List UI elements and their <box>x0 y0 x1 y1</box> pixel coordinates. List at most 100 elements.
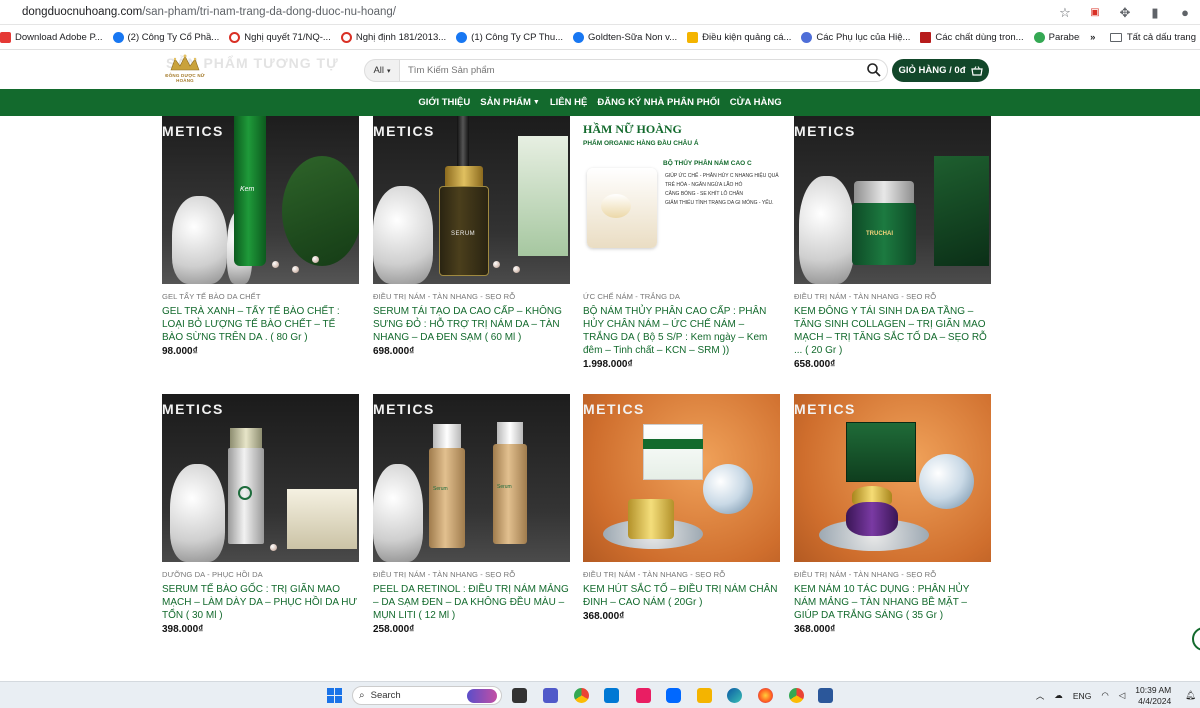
red-circle-icon <box>229 31 241 43</box>
task-view-icon[interactable] <box>512 688 527 703</box>
product-category[interactable]: DƯỠNG DA - PHỤC HỒI DA <box>162 570 359 579</box>
product-card[interactable]: METICS TRUCHAI ĐIỀU TRỊ NÁM - TÀN NHANG … <box>794 116 991 370</box>
pearl-decoration <box>270 544 277 551</box>
kit-title: BỘ THỦY PHÂN NÁM CAO C <box>663 160 752 167</box>
product-category[interactable]: GEL TẨY TẾ BÀO DA CHẾT <box>162 292 359 301</box>
site-logo[interactable]: ĐÔNG DƯỢC NỮ HOÀNG <box>164 54 206 86</box>
firefox-icon[interactable] <box>758 688 773 703</box>
product-image[interactable]: METICS SERUM <box>373 116 570 284</box>
wifi-icon[interactable]: ◠ <box>1101 690 1108 701</box>
cloud-icon[interactable]: ☁ <box>1054 690 1063 701</box>
chrome-icon[interactable] <box>574 688 589 703</box>
browser-address-bar[interactable]: dongduocnuhoang.com/san-pham/tri-nam-tra… <box>0 0 1200 25</box>
product-category[interactable]: ĐIỀU TRỊ NÁM - TÀN NHANG - SẸO RỖ <box>373 570 570 579</box>
teams-icon[interactable] <box>543 688 558 703</box>
product-category[interactable]: ĐIỀU TRỊ NÁM - TÀN NHANG - SẸO RỖ <box>373 292 570 301</box>
bookmark-item[interactable]: Goldten-Sữa Non v... <box>573 31 677 43</box>
bottle-label: Serum <box>433 486 448 492</box>
store-icon[interactable] <box>604 688 619 703</box>
nav-label: LIÊN HỆ <box>549 97 588 108</box>
bookmarks-more-button[interactable]: » <box>1080 32 1106 43</box>
product-image[interactable]: METICS <box>583 394 780 562</box>
crown-icon <box>170 54 200 71</box>
search-icon[interactable] <box>866 62 882 78</box>
product-name[interactable]: KEM HÚT SẮC TỐ – ĐIỀU TRỊ NÁM CHÂN ĐINH … <box>583 583 780 609</box>
chevron-down-icon: ▾ <box>387 67 391 75</box>
product-image[interactable]: METICS <box>162 394 359 562</box>
edge-icon[interactable] <box>727 688 742 703</box>
facebook-icon <box>112 31 124 43</box>
scroll-to-top-button[interactable] <box>1192 627 1200 651</box>
app-icon[interactable] <box>636 688 651 703</box>
statue-decoration <box>170 464 225 562</box>
banner-metics: METICS <box>373 401 435 417</box>
search-input[interactable] <box>400 59 888 82</box>
product-category[interactable]: ĐIỀU TRỊ NÁM - TÀN NHANG - SẸO RỖ <box>583 570 780 579</box>
nav-store[interactable]: CỬA HÀNG <box>730 97 782 108</box>
profile-icon[interactable]: ● <box>1170 5 1200 20</box>
product-name[interactable]: PEEL DA RETINOL : ĐIỀU TRỊ NÁM MẢNG – DA… <box>373 583 570 622</box>
bookmark-item[interactable]: Điều kiện quảng cá... <box>687 31 791 43</box>
product-image[interactable]: METICS TRUCHAI <box>794 116 991 284</box>
product-name[interactable]: SERUM TÁI TẠO DA CAO CẤP – KHÔNG SƯNG ĐỎ… <box>373 305 570 344</box>
chrome-active-icon[interactable] <box>789 688 804 703</box>
statue-decoration <box>799 176 854 284</box>
product-name[interactable]: BỘ NÁM THỦY PHÂN CAO CẤP : PHÂN HỦY CHÂN… <box>583 305 780 357</box>
clock-date: 4/4/2024 <box>1138 695 1172 706</box>
bookmark-item[interactable]: Các chất dùng tron... <box>920 31 1024 43</box>
bookmark-item[interactable]: (1) Công Ty CP Thu... <box>456 31 563 43</box>
bookmark-item[interactable]: Nghị định 181/2013... <box>340 31 446 43</box>
pearl-decoration <box>312 256 319 263</box>
cart-label: GIỎ HÀNG / 0đ <box>898 65 966 76</box>
extension-icon[interactable]: ▣ <box>1080 7 1110 18</box>
product-name[interactable]: SERUM TẾ BÀO GỐC : TRỊ GIÃN MAO MẠCH – L… <box>162 583 359 622</box>
product-card[interactable]: METICS Kem GEL TẨY TẾ BÀO DA CHẾT GEL TR… <box>162 116 359 357</box>
volume-icon[interactable]: ◁ <box>1119 690 1126 701</box>
product-image[interactable]: HẦM NỮ HOÀNG PHẨM ORGANIC HÀNG ĐẦU CHÂU … <box>583 116 780 284</box>
pearl-decoration <box>513 266 520 273</box>
product-category[interactable]: ĐIỀU TRỊ NÁM - TÀN NHANG - SẸO RỖ <box>794 570 991 579</box>
windows-start-icon[interactable] <box>327 688 342 703</box>
word-icon[interactable] <box>818 688 833 703</box>
product-image[interactable]: METICS <box>794 394 991 562</box>
bookmark-item[interactable]: Các Phụ lục của Hiệ... <box>801 31 910 43</box>
product-image[interactable]: METICS Kem <box>162 116 359 284</box>
chevron-up-icon[interactable]: ︿ <box>1036 690 1045 702</box>
bookmark-item[interactable]: Download Adobe P... <box>0 31 103 43</box>
file-explorer-icon[interactable] <box>697 688 712 703</box>
nav-distributor[interactable]: ĐĂNG KÝ NHÀ PHÂN PHỐI <box>597 97 719 108</box>
notification-bell-icon[interactable]: 🔔︎ <box>1185 690 1196 701</box>
clock[interactable]: 10:39 AM 4/4/2024 <box>1135 685 1171 707</box>
product-card[interactable]: METICS Serum Serum ĐIỀU TRỊ NÁM - TÀN NH… <box>373 394 570 635</box>
product-category[interactable]: ỨC CHẾ NÁM - TRẮNG DA <box>583 292 780 301</box>
cart-button[interactable]: GIỎ HÀNG / 0đ <box>892 59 989 82</box>
product-box <box>643 424 703 480</box>
product-category[interactable]: ĐIỀU TRỊ NÁM - TÀN NHANG - SẸO RỖ <box>794 292 991 301</box>
taskbar-search[interactable]: ⌕ Search <box>352 686 502 705</box>
language-indicator[interactable]: ENG <box>1073 691 1091 701</box>
star-icon[interactable]: ☆ <box>1050 5 1080 21</box>
product-box <box>934 156 989 266</box>
product-card[interactable]: METICS SERUM ĐIỀU TRỊ NÁM - TÀN NHANG - … <box>373 116 570 357</box>
bookmark-item[interactable]: Nghị quyết 71/NQ-... <box>229 31 331 43</box>
search-category-select[interactable]: All ▾ <box>364 59 400 82</box>
product-image[interactable]: METICS Serum Serum <box>373 394 570 562</box>
all-bookmarks-link[interactable]: Tất cả dấu trang <box>1127 32 1196 43</box>
puzzle-icon[interactable]: ✥ <box>1110 5 1140 21</box>
url-text[interactable]: dongduocnuhoang.com/san-pham/tri-nam-tra… <box>22 6 396 18</box>
product-card[interactable]: METICS DƯỠNG DA - PHỤC HỒI DA SERUM TẾ B… <box>162 394 359 635</box>
product-name[interactable]: KEM NÁM 10 TÁC DỤNG : PHÂN HỦY NÁM MẢNG … <box>794 583 991 622</box>
nav-about[interactable]: GIỚI THIỆU <box>418 97 470 108</box>
product-name[interactable]: GEL TRÀ XANH – TẨY TẾ BÀO CHẾT : LOẠI BỎ… <box>162 305 359 344</box>
product-card[interactable]: METICS ĐIỀU TRỊ NÁM - TÀN NHANG - SẸO RỖ… <box>583 394 780 622</box>
product-card[interactable]: HẦM NỮ HOÀNG PHẨM ORGANIC HÀNG ĐẦU CHÂU … <box>583 116 780 370</box>
nav-products[interactable]: SẢN PHẨM ▼ <box>480 97 540 108</box>
zalo-icon[interactable] <box>666 688 681 703</box>
sidebar-icon[interactable]: ▮ <box>1140 5 1170 21</box>
nav-contact[interactable]: LIÊN HỆ <box>550 97 587 108</box>
product-card[interactable]: METICS ĐIỀU TRỊ NÁM - TÀN NHANG - SẸO RỖ… <box>794 394 991 635</box>
serum-bottle <box>429 448 465 548</box>
bottle-logo <box>238 486 252 500</box>
product-name[interactable]: KEM ĐÔNG Y TÁI SINH DA ĐA TẦNG – TĂNG SI… <box>794 305 991 357</box>
bookmark-item[interactable]: (2) Công Ty Cổ Phầ... <box>112 31 219 43</box>
